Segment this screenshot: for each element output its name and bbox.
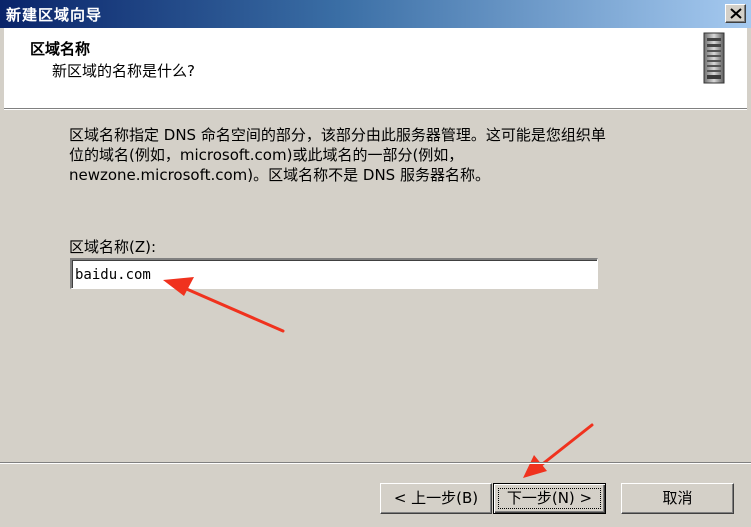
description-line: newzone.microsoft.com)。区域名称不是 DNS 服务器名称。 — [69, 166, 490, 184]
page-subtitle: 新区域的名称是什么? — [52, 62, 195, 80]
page-title: 区域名称 — [30, 40, 91, 58]
window-title: 新建区域向导 — [6, 6, 103, 24]
back-button[interactable]: < 上一步(B) — [380, 483, 492, 514]
footer-divider-highlight — [0, 463, 751, 464]
title-bar[interactable]: 新建区域向导 — [0, 0, 751, 28]
close-icon — [730, 8, 742, 19]
annotation-arrow-next — [523, 423, 594, 478]
server-icon — [703, 32, 725, 84]
next-button[interactable]: 下一步(N) > — [493, 483, 606, 514]
cancel-button[interactable]: 取消 — [621, 483, 734, 514]
cancel-button-label: 取消 — [662, 489, 693, 507]
new-zone-wizard-window: 新建区域向导 区域名称 新区域的名称是什么? 区域名称指定 DNS 命名空间的部… — [0, 0, 751, 527]
description-line: 区域名称指定 DNS 命名空间的部分，该部分由此服务器管理。这可能是您组织单 — [69, 126, 606, 144]
description: 区域名称指定 DNS 命名空间的部分，该部分由此服务器管理。这可能是您组织单 位… — [69, 125, 729, 185]
wizard-header: 区域名称 新区域的名称是什么? — [4, 28, 747, 108]
header-divider-highlight — [4, 109, 747, 110]
back-button-label: < 上一步(B) — [393, 489, 479, 507]
description-line: 位的域名(例如，microsoft.com)或此域名的一部分(例如， — [69, 146, 464, 164]
close-button[interactable] — [725, 4, 746, 23]
zone-name-input[interactable] — [70, 258, 598, 289]
zone-name-label: 区域名称(Z): — [69, 238, 157, 256]
next-button-label: 下一步(N) > — [506, 489, 593, 507]
